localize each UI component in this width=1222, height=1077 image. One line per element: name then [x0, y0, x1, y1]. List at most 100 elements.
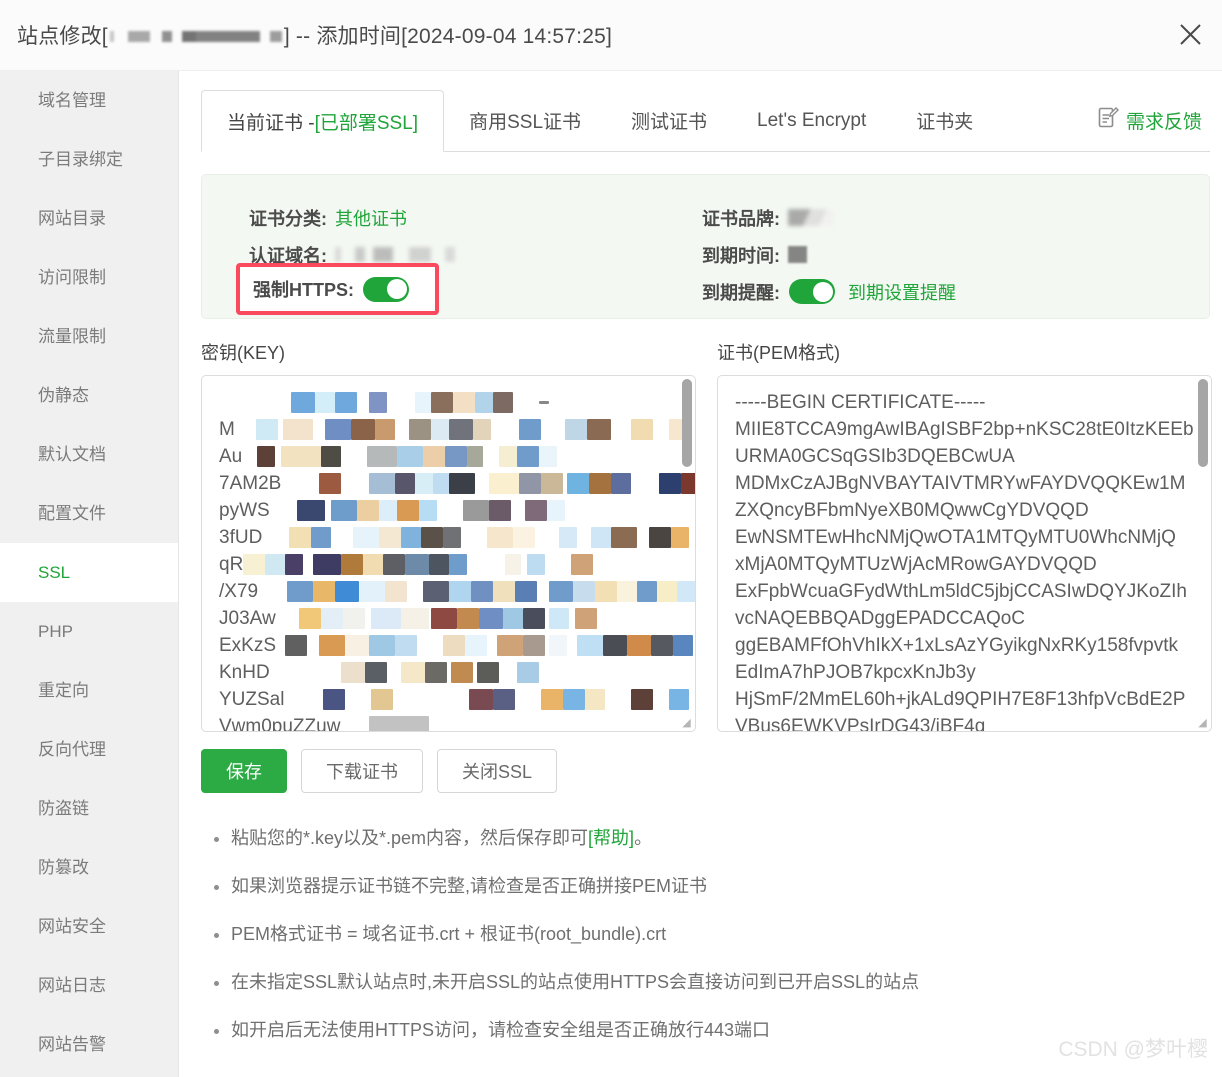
help-list: 粘贴您的*.key以及*.pem内容，然后保存即可[帮助]。 如果浏览器提示证书…	[204, 823, 919, 1063]
help-list-item: 如果浏览器提示证书链不完整,请检查是否正确拼接PEM证书	[231, 871, 919, 901]
key-line: J03Aw	[219, 605, 695, 632]
pem-resize-handle[interactable]: ◢	[1196, 717, 1209, 730]
tab-certificate-folder[interactable]: 证书夹	[891, 90, 998, 151]
sidebar-item-site-directory[interactable]: 网站目录	[0, 189, 178, 248]
close-icon	[1178, 22, 1203, 47]
sidebar-item-ssl[interactable]: SSL	[0, 543, 178, 602]
key-line: Au	[219, 443, 695, 470]
sidebar-item-label: 域名管理	[38, 91, 106, 110]
sidebar-item-site-security[interactable]: 网站安全	[0, 897, 178, 956]
sidebar: 域名管理 子目录绑定 网站目录 访问限制 流量限制 伪静态 默认文档 配置文件 …	[0, 71, 179, 1077]
force-https-highlight-box: 强制HTTPS:	[236, 263, 439, 315]
sidebar-item-anti-leech[interactable]: 防盗链	[0, 779, 178, 838]
save-button[interactable]: 保存	[201, 749, 287, 793]
pem-editor-column: 证书(PEM格式) -----BEGIN CERTIFICATE----- MI…	[717, 339, 1212, 732]
certificate-info-right-column: 证书品牌: 到期时间: 到期提醒: 到期设置提醒	[702, 199, 956, 310]
sidebar-item-label: 子目录绑定	[38, 150, 123, 169]
sidebar-item-label: 配置文件	[38, 504, 106, 523]
close-ssl-button[interactable]: 关闭SSL	[437, 749, 558, 793]
force-https-toggle[interactable]	[363, 276, 409, 302]
key-editor-column: 密钥(KEY) M Au 7AM2B pyWS 3fUD qRO /X79 J0…	[201, 339, 696, 732]
sidebar-item-anti-tamper[interactable]: 防篡改	[0, 838, 178, 897]
close-button[interactable]	[1168, 12, 1212, 56]
sidebar-item-php[interactable]: PHP	[0, 602, 178, 661]
action-buttons: 保存 下载证书 关闭SSL	[201, 749, 558, 793]
key-resize-handle[interactable]: ◢	[680, 717, 693, 730]
sidebar-item-reverse-proxy[interactable]: 反向代理	[0, 720, 178, 779]
window-title-prefix: 站点修改[	[17, 25, 108, 48]
sidebar-item-label: 反向代理	[38, 740, 106, 759]
certificate-info-panel: 证书分类: 其他证书 认证域名: 强制HTTPS: 证书品牌: 到期时间: 到期…	[201, 174, 1210, 319]
window-titlebar: 站点修改[ ] -- 添加时间[2024-09-04 14:57:25]	[0, 0, 1222, 71]
key-line: pyWS	[219, 497, 695, 524]
tab-current-certificate[interactable]: 当前证书 - [已部署SSL]	[201, 90, 445, 152]
sidebar-item-label: 重定向	[38, 681, 89, 700]
key-line: YUZSal	[219, 686, 695, 713]
tab-commercial-ssl[interactable]: 商用SSL证书	[444, 90, 606, 151]
tab-label: 证书夹	[916, 112, 974, 133]
pem-content: -----BEGIN CERTIFICATE----- MIIE8TCCA9mg…	[735, 392, 1194, 731]
sidebar-item-rewrite[interactable]: 伪静态	[0, 366, 178, 425]
tab-label: Let's Encrypt	[757, 109, 867, 131]
sidebar-item-label: 网站安全	[38, 917, 106, 936]
toggle-knob	[386, 279, 407, 299]
key-line: M	[219, 416, 695, 443]
sidebar-item-label: 网站告警	[38, 1035, 106, 1054]
sidebar-item-default-document[interactable]: 默认文档	[0, 425, 178, 484]
key-line	[219, 389, 695, 416]
pem-textarea[interactable]: -----BEGIN CERTIFICATE----- MIIE8TCCA9mg…	[717, 375, 1212, 732]
key-line: 3fUD	[219, 524, 695, 551]
sidebar-item-label: 防盗链	[38, 799, 89, 818]
force-https-label: 强制HTTPS:	[253, 280, 354, 300]
sidebar-item-site-log[interactable]: 网站日志	[0, 956, 178, 1015]
help-list-item: 在未指定SSL默认站点时,未开启SSL的站点使用HTTPS会直接访问到已开启SS…	[231, 967, 919, 997]
certificate-editors: 密钥(KEY) M Au 7AM2B pyWS 3fUD qRO /X79 J0…	[201, 339, 1213, 732]
key-line: Vwm0puZZuw	[219, 713, 695, 731]
sidebar-item-site-alert[interactable]: 网站告警	[0, 1015, 178, 1074]
tab-lets-encrypt[interactable]: Let's Encrypt	[732, 90, 891, 151]
sidebar-item-config-file[interactable]: 配置文件	[0, 484, 178, 543]
help-text: 如开启后无法使用HTTPS访问，请检查安全组是否正确放行443端口	[231, 1020, 771, 1040]
key-line: qRO	[219, 551, 695, 578]
help-list-item: PEM格式证书 = 域名证书.crt + 根证书(root_bundle).cr…	[231, 919, 919, 949]
tab-bar: 当前证书 - [已部署SSL] 商用SSL证书 测试证书 Let's Encryp…	[201, 90, 1210, 152]
help-link[interactable]: [帮助]	[588, 828, 634, 848]
help-text-tail: 。	[634, 828, 653, 848]
feedback-button[interactable]: 需求反馈	[1098, 90, 1210, 151]
help-list-item: 粘贴您的*.key以及*.pem内容，然后保存即可[帮助]。	[231, 823, 919, 853]
redacted-domain-value	[335, 247, 470, 262]
sidebar-item-traffic-limit[interactable]: 流量限制	[0, 307, 178, 366]
sidebar-item-domain-management[interactable]: 域名管理	[0, 71, 178, 130]
expire-remind-settings-link[interactable]: 到期设置提醒	[848, 279, 956, 305]
pem-scrollbar[interactable]	[1198, 379, 1208, 467]
sidebar-item-label: 访问限制	[38, 268, 106, 287]
document-edit-icon	[1098, 106, 1119, 135]
sidebar-item-label: 流量限制	[38, 327, 106, 346]
redacted-brand-value	[788, 209, 834, 226]
pem-editor-label: 证书(PEM格式)	[717, 343, 840, 363]
certificate-category-value: 其他证书	[335, 208, 407, 229]
sidebar-item-subdirectory-binding[interactable]: 子目录绑定	[0, 130, 178, 189]
help-text: PEM格式证书 = 域名证书.crt + 根证书(root_bundle).cr…	[231, 924, 667, 944]
key-textarea[interactable]: M Au 7AM2B pyWS 3fUD qRO /X79 J03Aw ExKz…	[201, 375, 696, 732]
expire-remind-label: 到期提醒:	[702, 282, 780, 303]
certificate-expire-row: 到期时间:	[702, 236, 956, 273]
certificate-remind-row: 到期提醒: 到期设置提醒	[702, 273, 956, 310]
redacted-domain-title	[109, 31, 282, 42]
key-scrollbar[interactable]	[682, 379, 692, 467]
certificate-category-label: 证书分类:	[249, 208, 327, 229]
tab-label: 商用SSL证书	[469, 112, 582, 133]
help-text: 如果浏览器提示证书链不完整,请检查是否正确拼接PEM证书	[231, 876, 708, 896]
tab-label-status: [已部署SSL]	[314, 112, 419, 134]
sidebar-item-access-restriction[interactable]: 访问限制	[0, 248, 178, 307]
page-title: 站点修改[ ] -- 添加时间[2024-09-04 14:57:25]	[17, 20, 612, 50]
expire-remind-toggle[interactable]	[789, 279, 835, 304]
tab-test-certificate[interactable]: 测试证书	[606, 90, 732, 151]
sidebar-item-redirect[interactable]: 重定向	[0, 661, 178, 720]
window-title-suffix: ] -- 添加时间[2024-09-04 14:57:25]	[283, 25, 613, 48]
certificate-brand-row: 证书品牌:	[702, 199, 956, 236]
toggle-knob	[812, 281, 833, 302]
help-list-item: 如开启后无法使用HTTPS访问，请检查安全组是否正确放行443端口	[231, 1015, 919, 1045]
key-line: 7AM2B	[219, 470, 695, 497]
download-certificate-button[interactable]: 下载证书	[301, 749, 423, 793]
